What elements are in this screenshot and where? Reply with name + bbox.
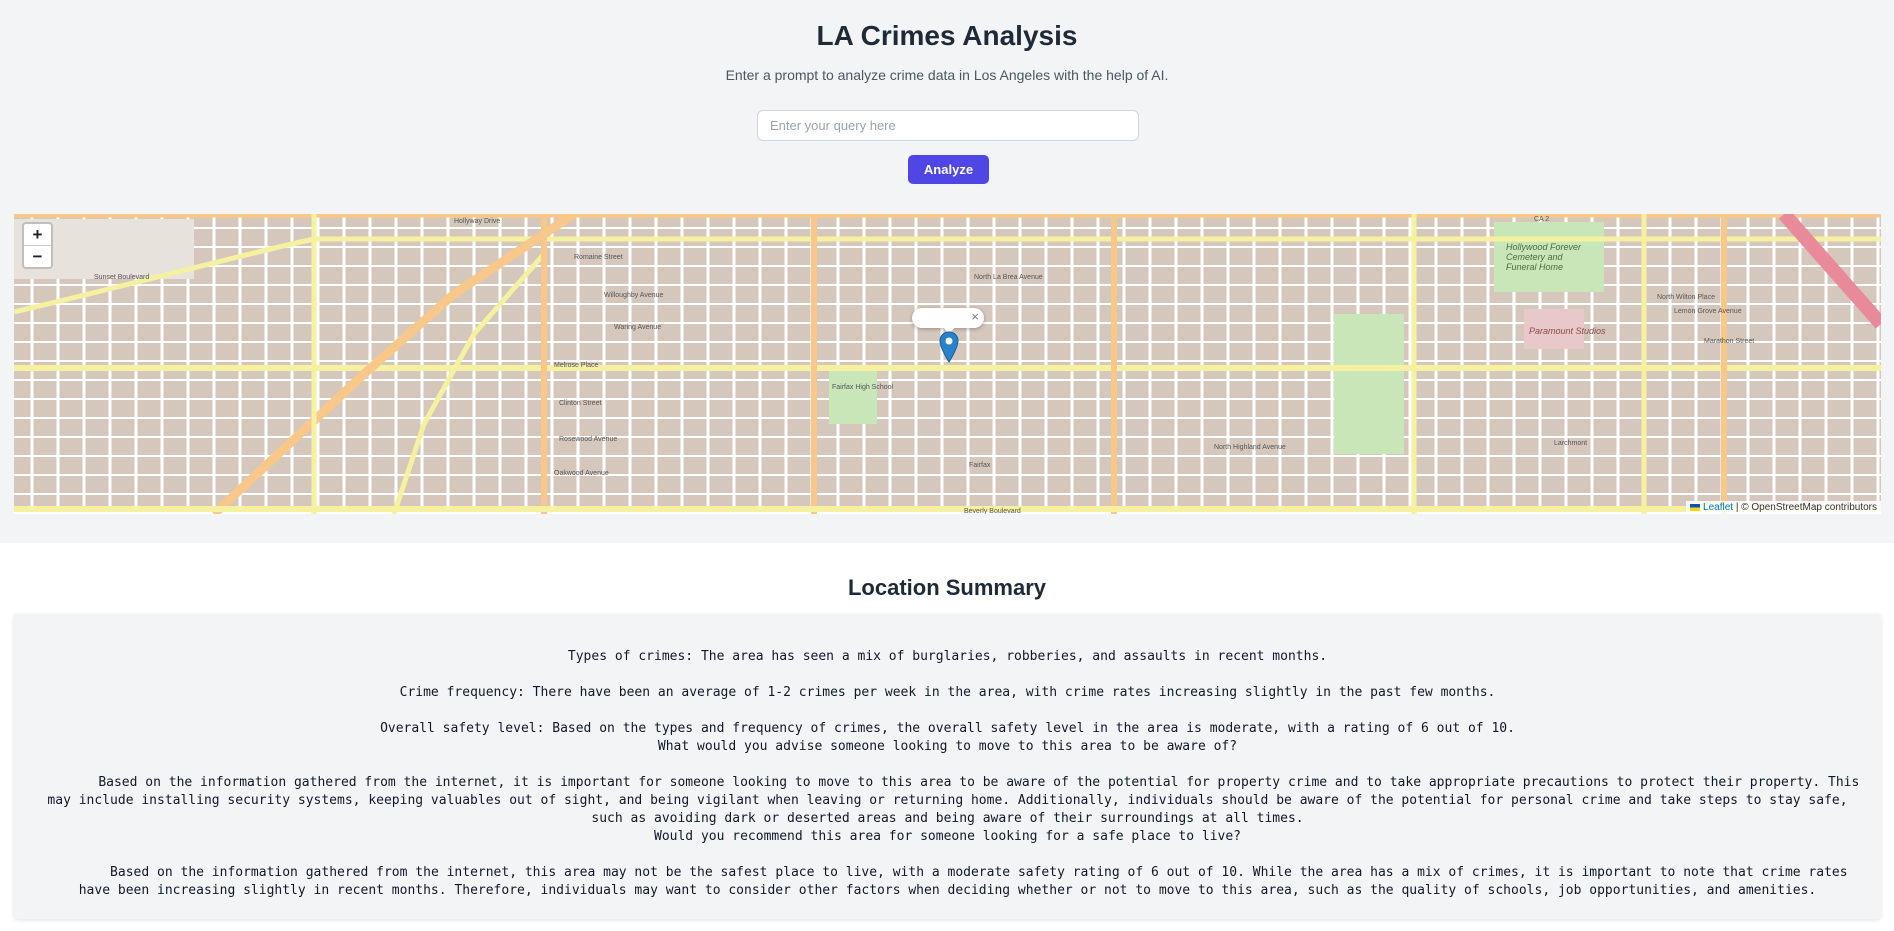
street-label: Melrose Place <box>554 362 599 369</box>
summary-paragraph: Would you recommend this area for someon… <box>654 829 1241 844</box>
street-label: Willoughby Avenue <box>604 292 664 299</box>
query-input[interactable] <box>757 110 1139 141</box>
summary-box: Types of crimes: The area has seen a mix… <box>14 614 1881 919</box>
summary-paragraph <box>34 702 1861 720</box>
map-attribution: Leaflet | © OpenStreetMap contributors <box>1686 501 1881 514</box>
summary-paragraph: Overall safety level: Based on the types… <box>380 721 1515 736</box>
summary-paragraph <box>34 846 1861 864</box>
ukraine-flag-icon <box>1690 503 1701 511</box>
street-label: Hollyway Drive <box>454 218 501 225</box>
summary-paragraph <box>34 756 1861 774</box>
location-marker-icon[interactable] <box>939 331 959 363</box>
zoom-control: + − <box>22 222 53 269</box>
page-title: LA Crimes Analysis <box>816 20 1078 51</box>
street-label: Fairfax <box>969 462 991 469</box>
summary-paragraph: Crime frequency: There have been an aver… <box>399 685 1496 700</box>
header-section: LA Crimes Analysis Enter a prompt to ana… <box>0 0 1894 543</box>
park-area <box>829 369 877 424</box>
street-label: Sunset Boulevard <box>94 274 150 281</box>
street-label: Rosewood Avenue <box>559 436 618 443</box>
map[interactable]: Sunset Boulevard Hollyway Drive Romaine St… <box>14 214 1881 514</box>
map-popup: × <box>912 308 984 334</box>
summary-paragraph: Based on the information gathered from t… <box>47 865 1856 898</box>
street-label: Fairfax High School <box>832 384 894 391</box>
zoom-out-button[interactable]: − <box>24 245 51 267</box>
zoom-in-button[interactable]: + <box>24 224 51 245</box>
street-label: Romaine Street <box>574 254 623 261</box>
popup-close-button[interactable]: × <box>971 309 979 324</box>
street-label: Marathon Street <box>1704 338 1755 345</box>
street-label: Larchmont <box>1554 440 1588 447</box>
osm-attribution-text: | © OpenStreetMap contributors <box>1733 502 1877 513</box>
page-subtitle: Enter a prompt to analyze crime data in … <box>725 67 1169 83</box>
summary-paragraph: Types of crimes: The area has seen a mix… <box>567 649 1328 664</box>
street-label: CA 2 <box>1534 216 1550 223</box>
street-label: North Highland Avenue <box>1214 444 1286 451</box>
street-label: North La Brea Avenue <box>974 274 1043 281</box>
leaflet-link[interactable]: Leaflet <box>1703 502 1733 513</box>
summary-paragraph <box>34 666 1861 684</box>
summary-paragraph: What would you advise someone looking to… <box>657 739 1238 754</box>
map-tiles[interactable] <box>14 214 1881 514</box>
summary-paragraph: Based on the information gathered from t… <box>35 775 1868 826</box>
street-label: Lemon Grove Avenue <box>1674 308 1742 315</box>
street-label: Clinton Street <box>559 400 602 407</box>
analyze-button[interactable]: Analyze <box>908 155 989 184</box>
park-area <box>1334 314 1404 454</box>
street-label: Hollywood Forever Cemetery and Funeral H… <box>1506 242 1582 272</box>
street-label: Waring Avenue <box>614 324 662 331</box>
street-label: Oakwood Avenue <box>554 470 609 477</box>
street-label: Beverly Boulevard <box>964 508 1021 514</box>
street-label: Paramount Studios <box>1529 326 1606 336</box>
street-label: North Wilton Place <box>1657 294 1715 301</box>
summary-title: Location Summary <box>847 575 1047 600</box>
summary-text: Types of crimes: The area has seen a mix… <box>14 614 1881 900</box>
